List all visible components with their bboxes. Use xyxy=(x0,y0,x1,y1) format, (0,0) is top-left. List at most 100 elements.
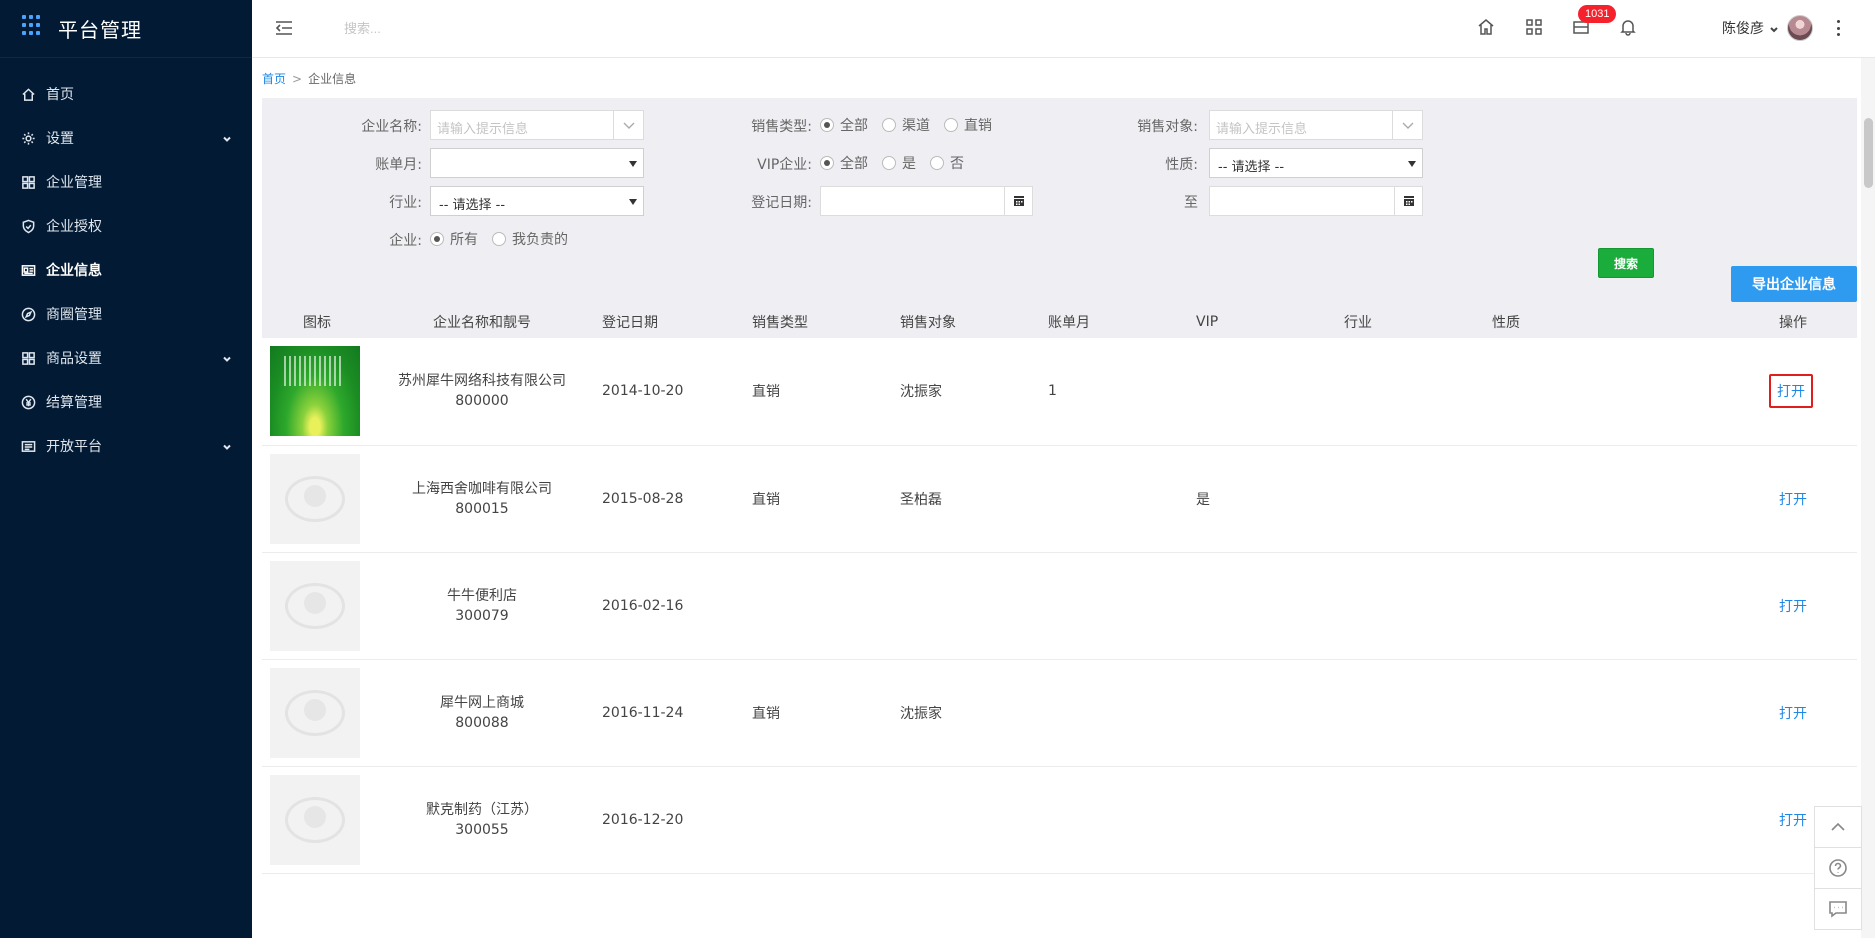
compass-icon xyxy=(20,306,36,322)
caret-down-icon xyxy=(629,161,637,167)
nature-cell xyxy=(1482,552,1630,660)
column-header: 企业名称和靓号 xyxy=(372,306,592,338)
column-header: 操作 xyxy=(1630,306,1857,338)
sales-target-cell: 圣柏磊 xyxy=(890,445,1038,553)
reg-date-end-input[interactable] xyxy=(1209,186,1423,216)
scrollbar-thumb[interactable] xyxy=(1864,118,1873,188)
chevron-down-icon xyxy=(1769,23,1779,33)
sidebar-item-8[interactable]: 开放平台 xyxy=(0,424,252,468)
sidebar-item-6[interactable]: 商品设置 xyxy=(0,336,252,380)
sales-target-input[interactable]: 请输入提示信息 xyxy=(1209,110,1423,140)
export-company-info-button[interactable]: 导出企业信息 xyxy=(1731,266,1857,302)
sidebar-item-4[interactable]: 企业信息 xyxy=(0,248,252,292)
open-link[interactable]: 打开 xyxy=(1773,698,1813,728)
chevron-down-icon[interactable] xyxy=(613,111,643,139)
avatar[interactable] xyxy=(1787,15,1813,41)
calendar-icon[interactable] xyxy=(1004,187,1032,215)
radio-label: 渠道 xyxy=(902,118,930,134)
open-link[interactable]: 打开 xyxy=(1773,484,1813,514)
menu-collapse-icon[interactable] xyxy=(274,18,294,38)
open-link[interactable]: 打开 xyxy=(1769,374,1813,409)
page-scrollbar[interactable] xyxy=(1861,58,1875,938)
company-table: 图标 企业名称和靓号 登记日期 销售类型 销售对象 账单月 VIP 行业 性质 操作 苏州犀牛网络… xyxy=(262,306,1857,874)
vip-cell xyxy=(1186,659,1334,767)
sidebar-item-7[interactable]: 结算管理 xyxy=(0,380,252,424)
radio-dot[interactable] xyxy=(882,118,896,132)
radio-dot[interactable] xyxy=(820,156,834,170)
nature-cell xyxy=(1482,659,1630,767)
sidebar-item-2[interactable]: 企业管理 xyxy=(0,160,252,204)
icon-cell xyxy=(262,552,372,660)
feedback-icon[interactable] xyxy=(1814,888,1862,930)
radio-dot[interactable] xyxy=(492,232,506,246)
company-scope-radio-0[interactable]: 所有 xyxy=(430,229,478,249)
vip-label: VIP企业: xyxy=(757,157,812,173)
radio-dot[interactable] xyxy=(930,156,944,170)
company-scope-radio-1[interactable]: 我负责的 xyxy=(492,229,568,249)
industry-select[interactable]: -- 请选择 -- xyxy=(430,186,644,216)
bill-month-select[interactable] xyxy=(430,148,644,178)
column-header: 性质 xyxy=(1482,306,1630,338)
user-name: 陈俊彦 xyxy=(1722,21,1764,37)
sales-type-radio-0[interactable]: 全部 xyxy=(820,115,868,135)
top-search-input[interactable] xyxy=(344,17,644,39)
app-title: 平台管理 xyxy=(58,18,142,42)
company-code: 300079 xyxy=(455,607,509,624)
sales-target-label: 销售对象: xyxy=(1137,119,1198,135)
nature-cell xyxy=(1482,338,1630,446)
company-name: 上海西舍咖啡有限公司 xyxy=(412,480,552,497)
home-icon[interactable] xyxy=(1477,18,1497,38)
caret-down-icon xyxy=(629,199,637,205)
calendar-icon[interactable] xyxy=(1394,187,1422,215)
sidebar-item-3[interactable]: 企业授权 xyxy=(0,204,252,248)
radio-dot[interactable] xyxy=(882,156,896,170)
radio-dot[interactable] xyxy=(430,232,444,246)
help-icon[interactable] xyxy=(1814,847,1862,889)
more-vertical-icon[interactable] xyxy=(1834,18,1842,38)
table-row: 上海西舍咖啡有限公司 800015 2015-08-28 直销 圣柏磊 是 打开 xyxy=(262,445,1857,553)
reg-date-to-label: 至 xyxy=(1184,195,1198,211)
sales-type-radio-2[interactable]: 直销 xyxy=(944,115,992,135)
sales-type-radio-1[interactable]: 渠道 xyxy=(882,115,930,135)
vip-radio-1[interactable]: 是 xyxy=(882,153,916,173)
sidebar-item-label: 商圈管理 xyxy=(46,307,102,323)
sidebar-item-1[interactable]: 设置 xyxy=(0,116,252,160)
bill-month-cell xyxy=(1038,552,1186,660)
vip-radio-2[interactable]: 否 xyxy=(930,153,964,173)
column-header: 销售对象 xyxy=(890,306,1038,338)
radio-dot[interactable] xyxy=(820,118,834,132)
id-card-icon xyxy=(20,262,36,278)
sidebar-item-5[interactable]: 商圈管理 xyxy=(0,292,252,336)
industry-cell xyxy=(1334,659,1482,767)
vip-radio-0[interactable]: 全部 xyxy=(820,153,868,173)
reg-date-start-input[interactable] xyxy=(820,186,1033,216)
chevron-down-icon xyxy=(222,352,232,362)
column-header: 图标 xyxy=(262,306,372,338)
radio-dot[interactable] xyxy=(944,118,958,132)
bell-icon[interactable] xyxy=(1619,18,1639,38)
logo[interactable]: 平台管理 xyxy=(0,0,252,58)
open-link[interactable]: 打开 xyxy=(1773,805,1813,835)
industry-cell xyxy=(1334,338,1482,446)
company-code: 300055 xyxy=(455,821,509,838)
sidebar-item-0[interactable]: 首页 xyxy=(0,72,252,116)
radio-label: 直销 xyxy=(964,118,992,134)
company-code: 800015 xyxy=(455,500,509,517)
search-button[interactable]: 搜索 xyxy=(1598,248,1654,278)
column-header: VIP xyxy=(1186,306,1334,338)
sidebar-item-label: 结算管理 xyxy=(46,395,102,411)
open-link[interactable]: 打开 xyxy=(1773,591,1813,621)
grid-apps-icon[interactable] xyxy=(1525,18,1545,38)
back-to-top-icon[interactable] xyxy=(1814,806,1862,848)
nature-select[interactable]: -- 请选择 -- xyxy=(1209,148,1423,178)
breadcrumb: 首页 > 企业信息 xyxy=(262,70,356,87)
sidebar-item-label: 企业信息 xyxy=(46,263,102,279)
home-icon xyxy=(20,86,36,102)
sales-type-cell xyxy=(742,766,890,874)
sales-type-cell: 直销 xyxy=(742,445,890,553)
column-header: 账单月 xyxy=(1038,306,1186,338)
company-name-input[interactable]: 请输入提示信息 xyxy=(430,110,644,140)
chevron-down-icon[interactable] xyxy=(1392,111,1422,139)
breadcrumb-home[interactable]: 首页 xyxy=(262,72,286,86)
user-menu[interactable]: 陈俊彦 xyxy=(1722,15,1813,41)
